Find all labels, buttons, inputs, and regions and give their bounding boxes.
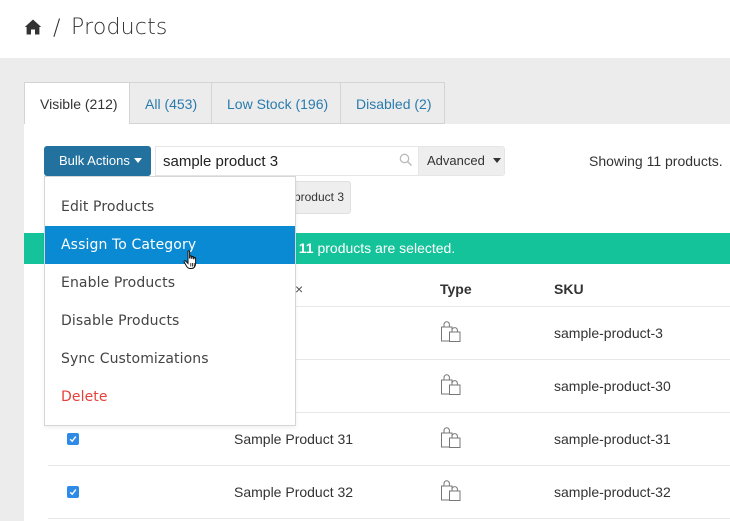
menu-item-sync-customizations[interactable]: Sync Customizations	[45, 340, 295, 378]
tab-all[interactable]: All (453)	[130, 82, 212, 124]
menu-item-delete[interactable]: Delete	[45, 378, 295, 416]
tab-disabled[interactable]: Disabled (2)	[341, 82, 445, 124]
search-icon	[399, 153, 413, 167]
row-divider	[48, 518, 730, 519]
caret-down-icon	[133, 158, 142, 164]
shopping-bags-icon	[441, 321, 461, 342]
product-sku: sample-product-32	[554, 484, 671, 500]
row-checkbox[interactable]	[67, 433, 79, 445]
hand-pointer-cursor-icon	[183, 250, 197, 269]
clear-sort-icon[interactable]: ×	[295, 281, 303, 297]
product-name[interactable]: Sample Product 31	[234, 431, 353, 447]
menu-item-disable-products[interactable]: Disable Products	[45, 302, 295, 340]
bulk-actions-menu: Edit Products Assign To Category Enable …	[44, 176, 296, 426]
caret-down-icon	[492, 158, 501, 164]
shopping-bags-icon	[441, 480, 461, 501]
tab-visible[interactable]: Visible (212)	[24, 82, 130, 125]
product-sku: sample-product-31	[554, 431, 671, 447]
home-icon[interactable]	[24, 18, 42, 36]
results-count: Showing 11 products.	[589, 153, 723, 169]
bulk-actions-label: Bulk Actions	[59, 153, 130, 168]
tab-low-stock[interactable]: Low Stock (196)	[212, 82, 341, 124]
menu-item-enable-products[interactable]: Enable Products	[45, 264, 295, 302]
product-tabs: Visible (212) All (453) Low Stock (196) …	[24, 82, 445, 125]
checkmark-icon	[69, 436, 77, 443]
column-header-type[interactable]: Type	[440, 281, 472, 297]
product-sku: sample-product-3	[554, 325, 663, 341]
product-sku: sample-product-30	[554, 378, 671, 394]
selection-text: products are selected.	[313, 240, 456, 256]
shopping-bags-icon	[441, 427, 461, 448]
shopping-bags-icon	[441, 374, 461, 395]
bulk-actions-button[interactable]: Bulk Actions	[44, 146, 151, 176]
page-title: Products	[71, 15, 168, 40]
menu-item-assign-to-category[interactable]: Assign To Category	[45, 226, 295, 264]
row-divider	[48, 465, 730, 466]
advanced-label: Advanced	[427, 153, 485, 168]
product-name[interactable]: Sample Product 32	[234, 484, 353, 500]
column-header-sku[interactable]: SKU	[554, 281, 584, 297]
checkmark-icon	[69, 489, 77, 496]
selected-count: 11	[298, 240, 314, 256]
row-checkbox[interactable]	[67, 486, 79, 498]
advanced-search-button[interactable]: Advanced	[418, 146, 505, 176]
search-input[interactable]	[155, 146, 418, 176]
breadcrumb-separator: /	[53, 16, 61, 41]
page-header: / Products	[0, 0, 730, 58]
menu-item-edit-products[interactable]: Edit Products	[45, 188, 295, 226]
